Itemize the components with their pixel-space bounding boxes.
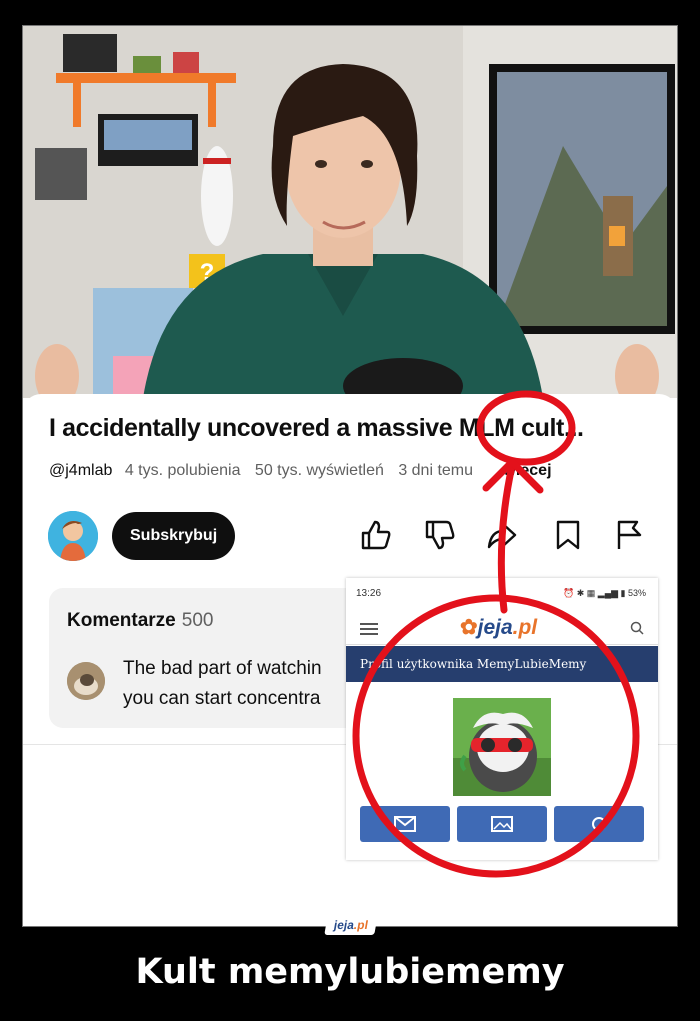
commenter-avatar-image: [67, 662, 105, 700]
video-title[interactable]: I accidentally uncovered a massive MLM c…: [49, 414, 584, 443]
video-meta: @j4mlab 4 tys. polubienia 50 tys. wyświe…: [49, 462, 552, 480]
circle-icon: [592, 817, 606, 831]
watermark-suffix: .pl: [352, 918, 370, 932]
comments-count: 500: [181, 610, 214, 631]
gallery-button[interactable]: [457, 806, 547, 842]
jeja-logo-suffix: .pl: [512, 616, 538, 639]
like-icon[interactable]: [359, 518, 393, 552]
likes-count: 4 tys. polubienia: [124, 462, 241, 479]
jeja-logo-mark-icon: ✿: [460, 616, 478, 639]
envelope-icon: [394, 816, 416, 832]
jeja-watermark-logo: jeja.pl: [324, 915, 378, 935]
search-icon[interactable]: [630, 621, 644, 635]
video-thumbnail[interactable]: ?: [23, 26, 677, 398]
views-count: 50 tys. wyświetleń: [254, 462, 384, 479]
battery-level: 53%: [627, 588, 646, 598]
jeja-logo-main: jeja: [477, 616, 513, 639]
channel-avatar-image: [48, 511, 98, 561]
profile-banner: Profil użytkownika MemyLubieMemy: [346, 646, 658, 682]
dislike-icon[interactable]: [423, 518, 457, 552]
comments-header: Komentarze 500: [67, 610, 213, 632]
channel-avatar[interactable]: [48, 511, 98, 561]
message-button[interactable]: [360, 806, 450, 842]
jeja-logo[interactable]: ✿jeja.pl: [460, 615, 537, 640]
upload-age: 3 dni temu: [398, 462, 474, 479]
watermark-main: jeja: [332, 918, 356, 932]
hamburger-menu-icon[interactable]: [360, 623, 378, 635]
inset-phone-screenshot: 13:26 ⏰ ✱ ▦ ▂▄▆ ▮ 53% ✿jeja.pl Profil uż…: [346, 578, 658, 860]
status-icons: ⏰ ✱ ▦ ▂▄▆ ▮ 53%: [563, 588, 646, 599]
more-link[interactable]: więcej: [503, 462, 551, 479]
gallery-icon: [491, 816, 513, 832]
report-flag-icon[interactable]: [613, 518, 647, 552]
save-icon[interactable]: [551, 518, 585, 552]
subscribe-button[interactable]: Subskrybuj: [112, 512, 236, 560]
profile-avatar-image: [453, 698, 551, 796]
room-scene-image: ?: [23, 26, 677, 398]
commenter-avatar: [67, 662, 105, 700]
more-profile-button[interactable]: [554, 806, 644, 842]
signal-icons: ⏰ ✱ ▦ ▂▄▆ ▮: [563, 588, 628, 598]
channel-handle[interactable]: @j4mlab: [49, 462, 112, 479]
share-icon[interactable]: [485, 518, 519, 552]
meme-caption: Kult memylubiememy: [135, 952, 565, 992]
comments-title: Komentarze: [67, 610, 176, 631]
status-time: 13:26: [356, 588, 382, 599]
site-header: ✿jeja.pl: [346, 612, 658, 645]
profile-avatar: [453, 698, 551, 796]
